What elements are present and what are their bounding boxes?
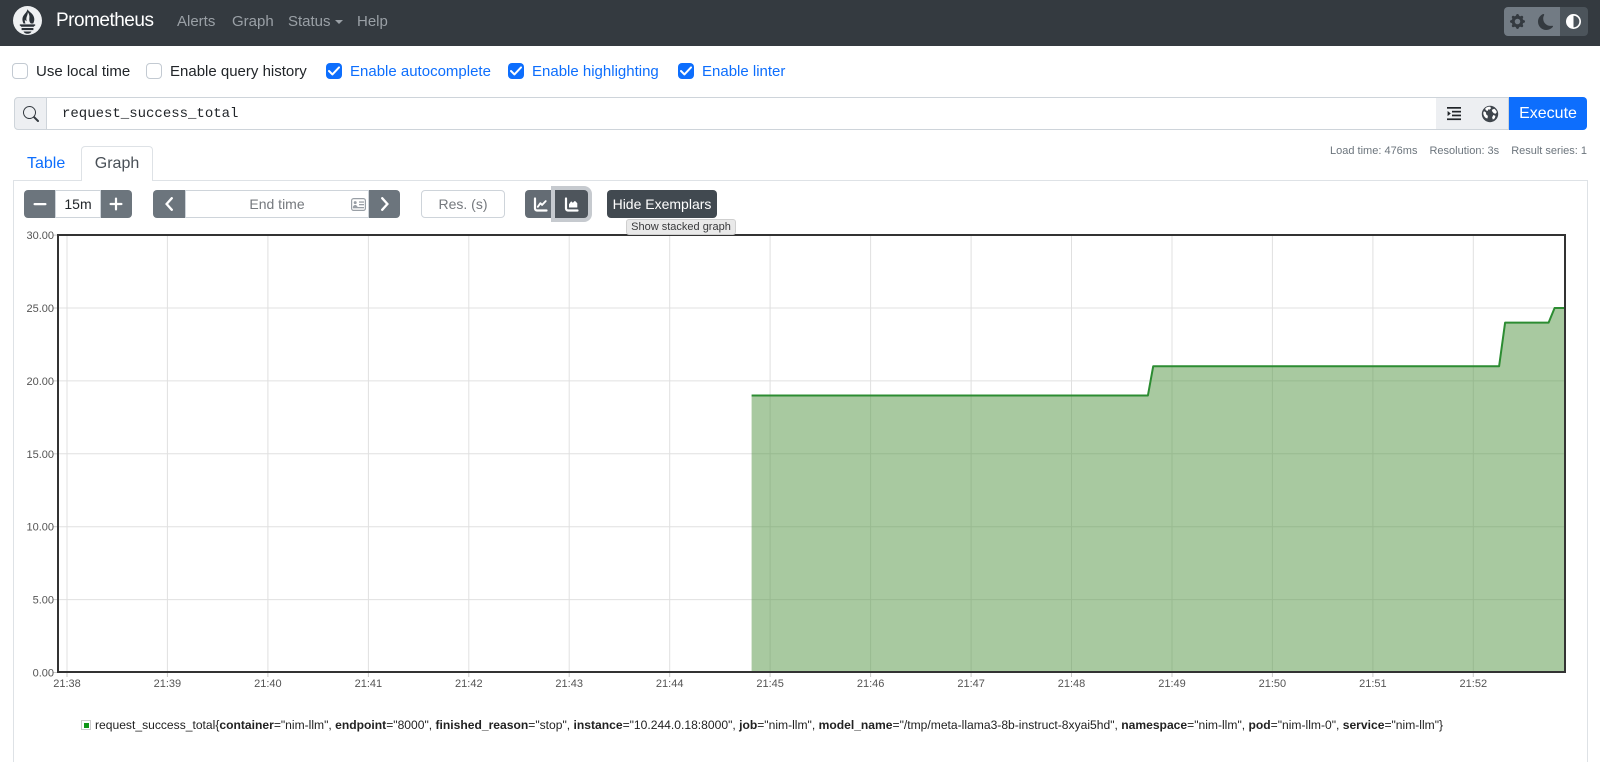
svg-text:5.00: 5.00 xyxy=(33,595,54,607)
svg-text:21:46: 21:46 xyxy=(857,678,885,690)
svg-text:21:43: 21:43 xyxy=(555,678,583,690)
svg-text:21:47: 21:47 xyxy=(957,678,985,690)
svg-text:21:48: 21:48 xyxy=(1058,678,1086,690)
svg-text:21:45: 21:45 xyxy=(756,678,784,690)
svg-text:25.00: 25.00 xyxy=(26,303,54,315)
svg-text:0.00: 0.00 xyxy=(33,668,54,680)
svg-text:21:50: 21:50 xyxy=(1259,678,1287,690)
svg-text:21:42: 21:42 xyxy=(455,678,483,690)
svg-text:21:51: 21:51 xyxy=(1359,678,1387,690)
svg-text:20.00: 20.00 xyxy=(26,376,54,388)
svg-text:21:49: 21:49 xyxy=(1158,678,1186,690)
svg-text:21:40: 21:40 xyxy=(254,678,282,690)
svg-text:30.00: 30.00 xyxy=(26,230,54,242)
svg-text:21:39: 21:39 xyxy=(154,678,182,690)
svg-text:21:52: 21:52 xyxy=(1460,678,1488,690)
svg-text:21:44: 21:44 xyxy=(656,678,684,690)
svg-text:10.00: 10.00 xyxy=(26,522,54,534)
svg-text:21:38: 21:38 xyxy=(53,678,81,690)
svg-text:21:41: 21:41 xyxy=(355,678,383,690)
svg-text:15.00: 15.00 xyxy=(26,449,54,461)
